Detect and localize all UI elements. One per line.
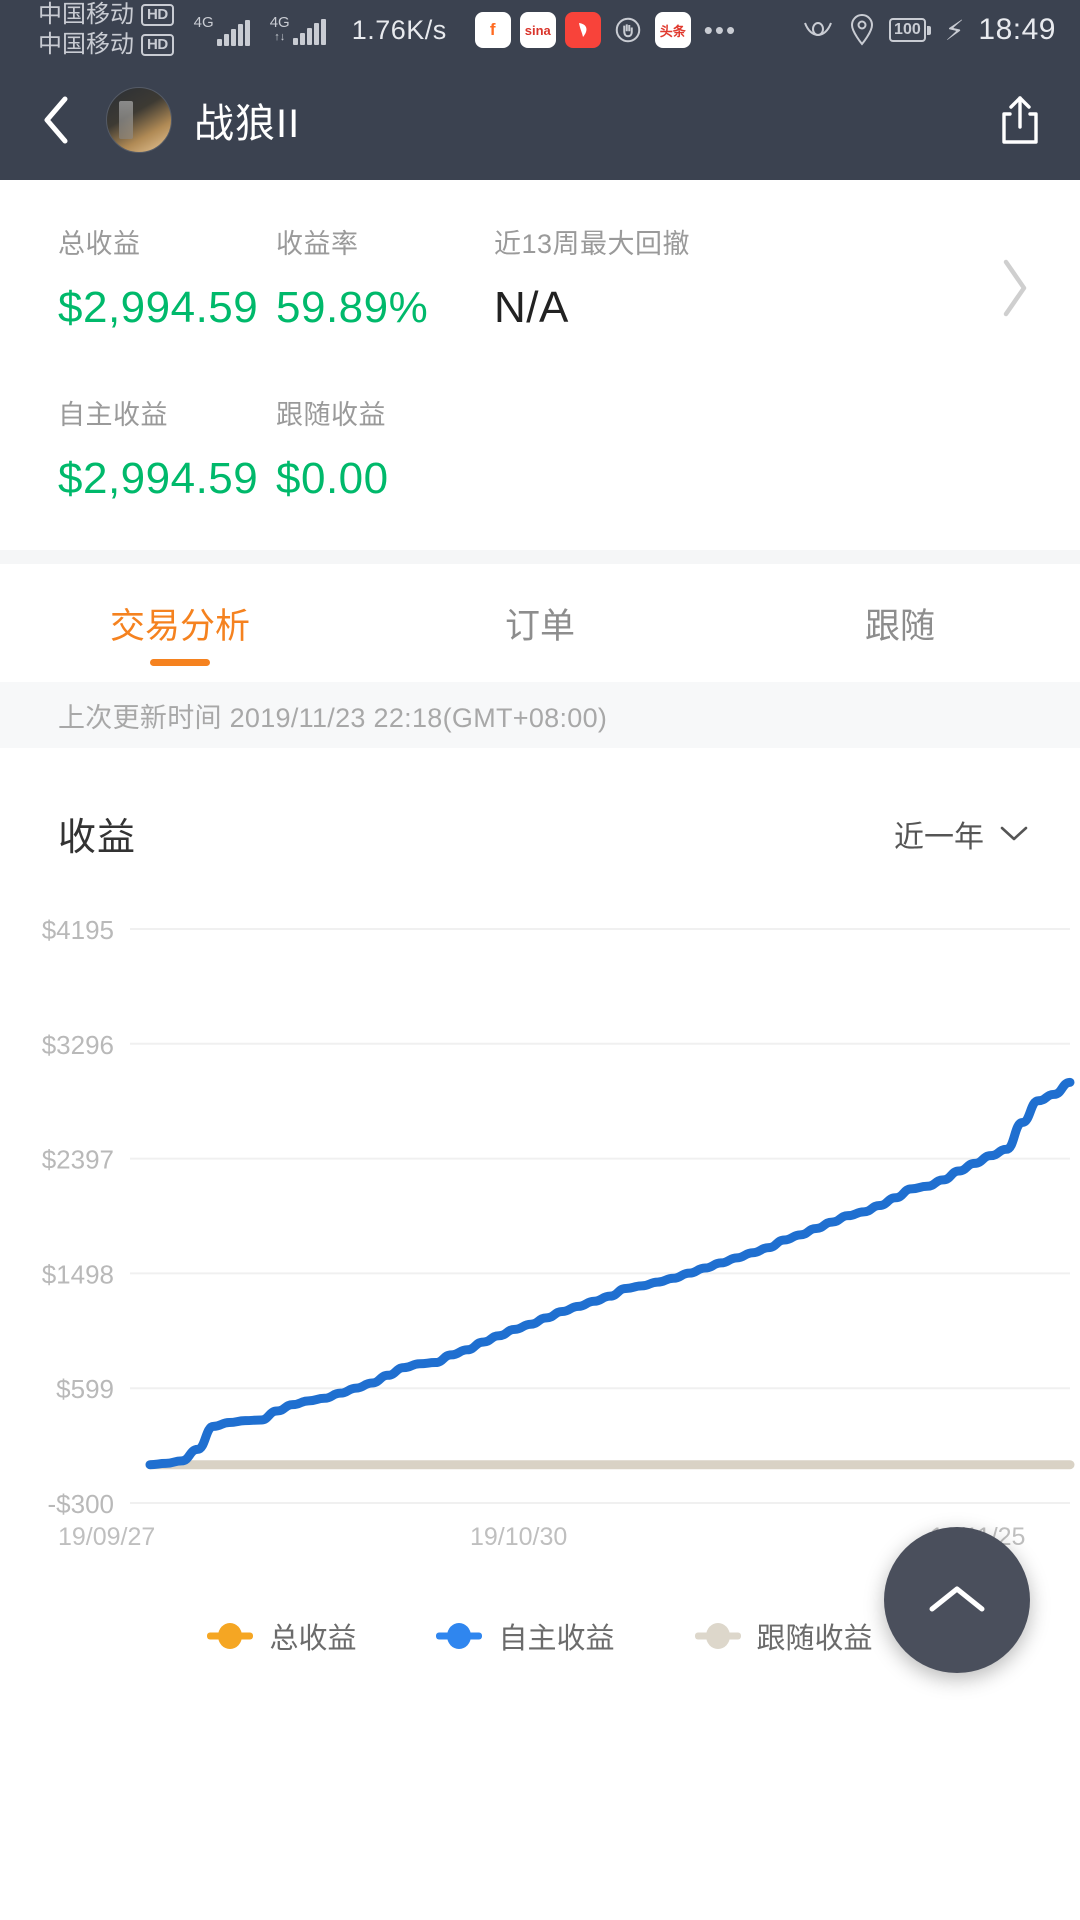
scroll-to-top-button[interactable]	[884, 1527, 1030, 1673]
overflow-dots-icon: •••	[703, 14, 738, 45]
notification-icons: f sina 头条 •••	[474, 12, 738, 48]
x-axis-label: 19/09/27	[58, 1523, 156, 1551]
stat-value: $2,994.59	[58, 283, 259, 332]
signal-group-2: 4G ↑↓	[270, 15, 326, 45]
stat-label: 总收益	[58, 229, 141, 259]
y-axis-label: $3296	[42, 1030, 114, 1060]
chart-plot-area: $4195 $3296 $2397 $1498 $599 -$300	[0, 911, 1080, 1521]
carrier-name-1: 中国移动	[38, 1, 134, 28]
network-speed-text: 1.76K/s	[351, 14, 447, 45]
carrier-name-2: 中国移动	[38, 31, 134, 58]
hand-gesture-icon	[610, 12, 646, 48]
carrier-row-1: 中国移动 HD	[38, 0, 174, 30]
stat-return-rate: 收益率 59.89%	[276, 222, 494, 333]
f-app-icon: f	[474, 12, 511, 48]
avatar[interactable]	[106, 87, 172, 153]
tab-label: 交易分析	[109, 606, 250, 646]
profit-line-chart: $4195 $3296 $2397 $1498 $599 -$300	[42, 915, 1075, 1519]
legend-marker-icon	[436, 1623, 483, 1649]
tab-label: 订单	[504, 606, 575, 646]
stat-max-drawdown: 近13周最大回撤 N/A	[494, 222, 794, 333]
charging-bolt-icon: ⚡	[944, 14, 965, 46]
status-bar: 中国移动 HD 中国移动 HD 4G 4G ↑↓ 1.76K/s f sina	[0, 0, 1080, 60]
legend-item-total-profit[interactable]: 总收益	[207, 1615, 356, 1657]
status-bar-left: 中国移动 HD 中国移动 HD 4G 4G ↑↓ 1.76K/s f sina	[24, 0, 737, 60]
legend-marker-icon	[207, 1623, 254, 1649]
stat-label: 收益率	[276, 229, 359, 259]
legend-item-self-profit[interactable]: 自主收益	[436, 1615, 615, 1657]
red-app-icon	[564, 12, 601, 48]
stat-value: $0.00	[276, 454, 389, 503]
stat-total-profit: 总收益 $2,994.59	[58, 222, 276, 333]
hd-badge-1: HD	[141, 4, 174, 26]
stats-panel[interactable]: 总收益 $2,994.59 收益率 59.89% 近13周最大回撤 N/A 自主…	[0, 180, 1080, 550]
y-axis-label: $599	[56, 1374, 114, 1404]
y-axis-label: -$300	[48, 1489, 115, 1519]
signal-group-1: 4G	[194, 15, 250, 46]
legend-item-follow-profit[interactable]: 跟随收益	[694, 1615, 873, 1657]
tab-trade-analysis[interactable]: 交易分析	[0, 564, 360, 682]
legend-label: 总收益	[269, 1623, 357, 1655]
stat-value: $2,994.59	[58, 454, 259, 503]
x-axis-label: 19/10/30	[470, 1523, 568, 1551]
tab-bar: 交易分析 订单 跟随	[0, 564, 1080, 682]
share-button[interactable]	[990, 90, 1050, 150]
y-axis-label: $2397	[42, 1145, 114, 1175]
legend-label: 自主收益	[498, 1623, 615, 1655]
signal-bars-icon-1	[216, 19, 250, 46]
toutiao-icon: 头条	[654, 12, 691, 48]
last-update-bar: 上次更新时间 2019/11/23 22:18(GMT+08:00)	[0, 682, 1080, 748]
last-update-text: 上次更新时间 2019/11/23 22:18(GMT+08:00)	[58, 702, 608, 733]
tab-orders[interactable]: 订单	[360, 564, 720, 682]
section-divider	[0, 550, 1080, 564]
legend-marker-icon	[694, 1623, 741, 1649]
stat-label: 跟随收益	[276, 400, 386, 430]
network-type-label-2: 4G	[269, 14, 290, 31]
chevron-down-icon	[998, 817, 1030, 851]
back-button[interactable]	[30, 93, 84, 147]
carrier-row-2: 中国移动 HD	[38, 30, 174, 60]
battery-level-text: 100	[889, 18, 926, 42]
status-bar-right: 100 ⚡ 18:49	[801, 13, 1056, 47]
stats-row-secondary: 自主收益 $2,994.59 跟随收益 $0.00	[0, 393, 1080, 504]
battery-indicator: 100	[889, 18, 931, 42]
carrier-stack: 中国移动 HD 中国移动 HD	[38, 0, 174, 60]
y-axis-label: $4195	[42, 915, 114, 945]
stats-row-primary: 总收益 $2,994.59 收益率 59.89% 近13周最大回撤 N/A	[0, 222, 1080, 333]
chart-range-selector[interactable]: 近一年	[894, 812, 1030, 856]
tab-label: 跟随	[864, 606, 935, 646]
stat-follow-profit: 跟随收益 $0.00	[276, 393, 494, 504]
stat-value: 59.89%	[276, 283, 429, 332]
data-arrows-icon: ↑↓	[274, 31, 286, 43]
chart-header: 收益 近一年	[0, 806, 1080, 861]
eye-icon	[801, 17, 835, 43]
network-type-label-1: 4G	[193, 13, 214, 31]
sina-weibo-icon: sina	[519, 12, 556, 48]
hd-badge-2: HD	[141, 34, 174, 56]
y-axis-label: $1498	[42, 1259, 114, 1289]
chart-range-label: 近一年	[894, 820, 984, 854]
stat-label: 近13周最大回撤	[494, 229, 691, 259]
battery-tip	[926, 25, 931, 35]
profit-chart-card: 收益 近一年 $4195 $3296 $2397 $1498 $599 -$300 19/…	[0, 748, 1080, 1673]
stat-self-profit: 自主收益 $2,994.59	[58, 393, 276, 504]
stat-label: 自主收益	[58, 400, 168, 430]
signal-bars-icon-2	[292, 19, 326, 45]
location-pin-icon	[849, 14, 875, 46]
stat-value: N/A	[494, 283, 569, 332]
tab-follow[interactable]: 跟随	[720, 564, 1080, 682]
app-header: 战狼II	[0, 60, 1080, 180]
page-title: 战狼II	[194, 102, 301, 146]
stats-detail-chevron-right-icon[interactable]	[994, 256, 1034, 325]
status-bar-clock: 18:49	[978, 13, 1056, 46]
legend-label: 跟随收益	[756, 1623, 873, 1655]
chart-title: 收益	[58, 817, 137, 859]
